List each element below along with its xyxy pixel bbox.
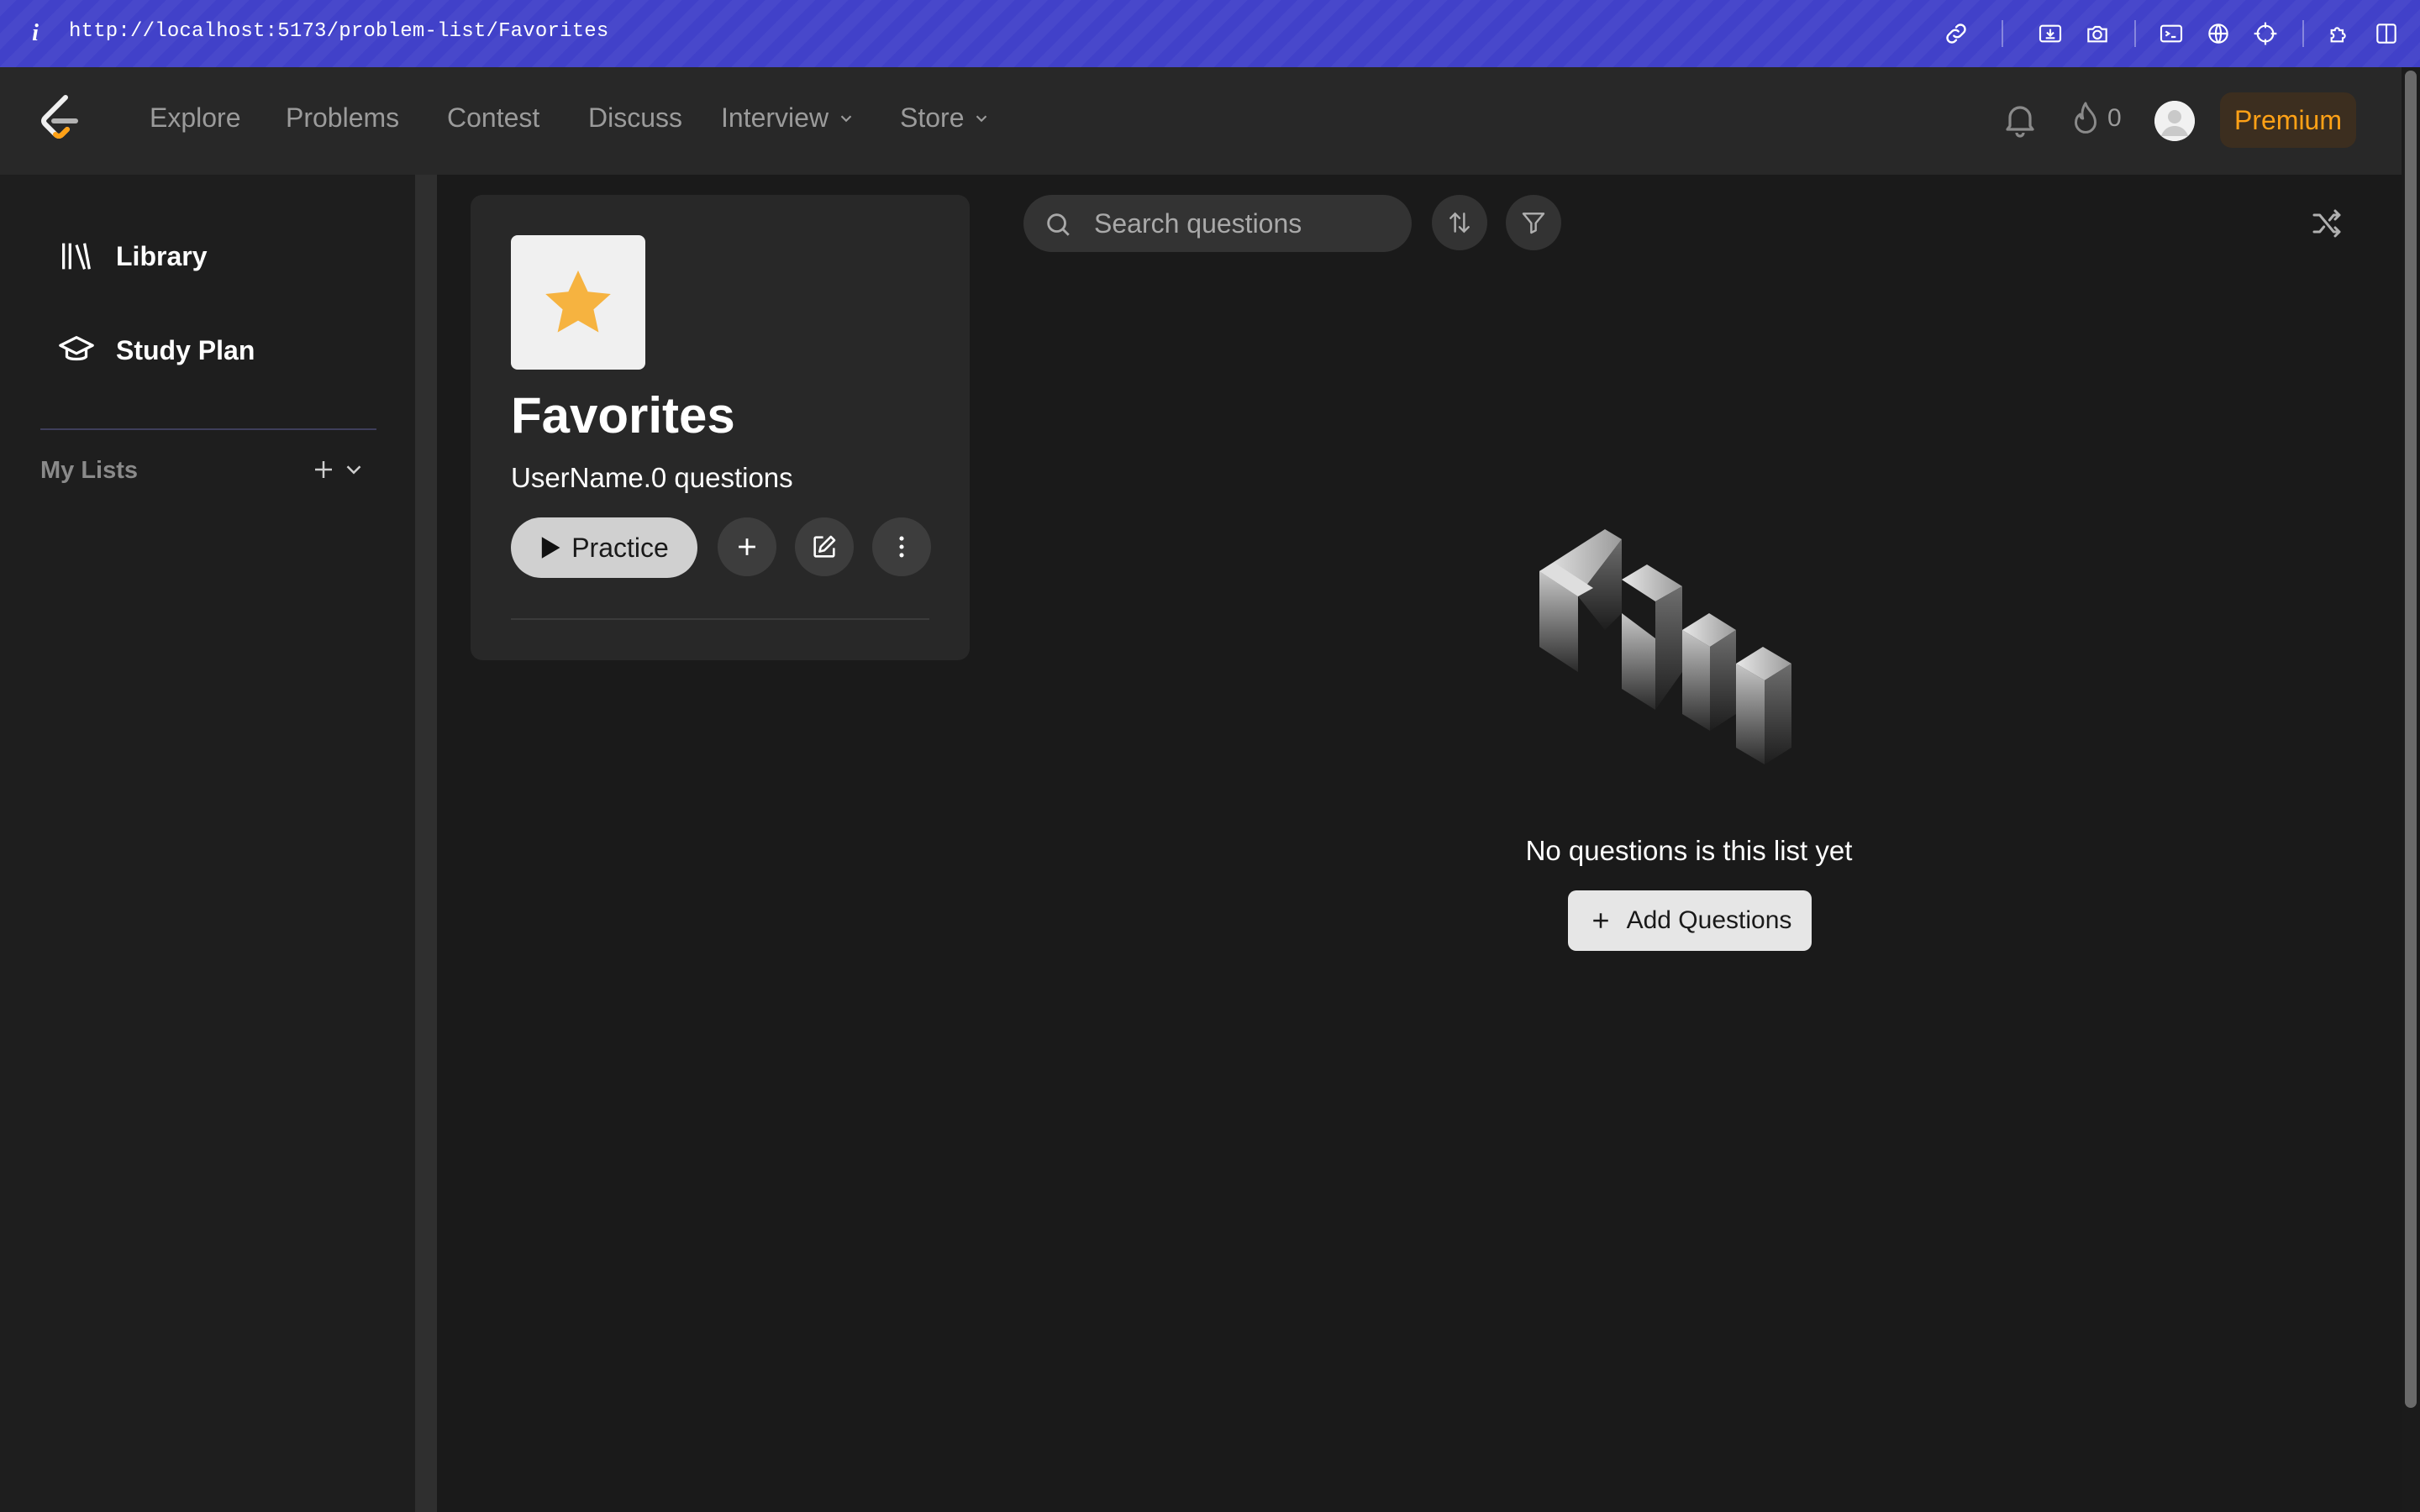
- null-letter-l2: [1736, 647, 1791, 764]
- flame-icon: [2075, 102, 2096, 134]
- add-to-list-button[interactable]: [718, 517, 776, 576]
- globe-icon[interactable]: [2203, 18, 2233, 49]
- nav-interview-label: Interview: [721, 102, 829, 133]
- toolbar-separator: [2302, 20, 2304, 47]
- nav-explore[interactable]: Explore: [150, 102, 241, 134]
- more-vertical-icon: [899, 536, 904, 558]
- books-icon: [62, 243, 91, 270]
- chevron-down-icon: [840, 114, 852, 122]
- puzzle-icon[interactable]: [2324, 18, 2354, 49]
- edit-icon: [813, 535, 836, 558]
- nav-interview[interactable]: Interview: [721, 102, 855, 134]
- top-navigation: Explore Problems Contest Discuss Intervi…: [0, 67, 2402, 175]
- null-letter-u: [1622, 564, 1682, 710]
- search-input[interactable]: [1094, 203, 1397, 244]
- my-lists-actions: [311, 457, 366, 482]
- streak-count: 0: [2107, 104, 2122, 132]
- streak-counter[interactable]: 0: [2069, 99, 2122, 138]
- nav-discuss[interactable]: Discuss: [588, 102, 682, 134]
- chevron-down-icon: [976, 114, 987, 122]
- chevron-down-icon[interactable]: [341, 457, 366, 482]
- sidebar-toggle-icon[interactable]: [2371, 18, 2402, 49]
- my-lists-label: My Lists: [40, 457, 139, 484]
- sidebar-resize-handle[interactable]: [415, 175, 437, 1512]
- null-letter-n: [1539, 529, 1622, 672]
- sidebar-item-label: Study Plan: [116, 334, 255, 365]
- sidebar-item-label: Library: [116, 240, 208, 271]
- crosshair-icon[interactable]: [2250, 18, 2281, 49]
- list-cover: [511, 235, 645, 370]
- browser-address-bar: i http://localhost:5173/problem-list/Fav…: [0, 0, 2420, 67]
- sidebar-divider: [40, 428, 376, 430]
- toolbar-separator: [2002, 20, 2003, 47]
- link-icon[interactable]: [1941, 18, 1971, 49]
- empty-state-message: No questions is this list yet: [1525, 835, 1853, 866]
- camera-icon[interactable]: [2082, 18, 2112, 49]
- shuffle-icon[interactable]: [2309, 207, 2344, 240]
- sort-button[interactable]: [1432, 195, 1487, 250]
- nav-store-label: Store: [900, 102, 965, 133]
- info-icon[interactable]: i: [29, 18, 42, 49]
- plus-icon: [1592, 913, 1608, 928]
- terminal-icon[interactable]: [2156, 18, 2186, 49]
- toolbar-separator: [2134, 20, 2136, 47]
- page-scrollbar-thumb[interactable]: [2405, 71, 2417, 1408]
- search-box[interactable]: [1023, 195, 1412, 252]
- filter-button[interactable]: [1506, 195, 1561, 250]
- add-questions-label: Add Questions: [1626, 906, 1792, 934]
- nav-problems[interactable]: Problems: [286, 102, 399, 134]
- avatar-icon[interactable]: [2154, 101, 2195, 141]
- bell-icon[interactable]: [2000, 99, 2040, 139]
- nav-contest[interactable]: Contest: [447, 102, 539, 134]
- list-meta: UserName.0 questions: [511, 462, 793, 493]
- null-letter-l1: [1682, 613, 1736, 731]
- sidebar-item-library[interactable]: Library: [57, 237, 207, 276]
- url-text[interactable]: http://localhost:5173/problem-list/Favor…: [69, 20, 609, 43]
- null-illustration: [1539, 529, 1791, 764]
- more-options-button[interactable]: [872, 517, 931, 576]
- star-icon: [545, 270, 611, 333]
- premium-button[interactable]: Premium: [2220, 92, 2356, 148]
- sort-icon: [1449, 212, 1470, 234]
- graduation-cap-icon: [59, 336, 94, 361]
- edit-list-button[interactable]: [795, 517, 854, 576]
- sidebar: [0, 175, 415, 1512]
- add-questions-button[interactable]: Add Questions: [1568, 890, 1812, 951]
- page-title: Favorites: [511, 387, 735, 444]
- card-divider: [511, 618, 929, 620]
- sidebar-item-study-plan[interactable]: Study Plan: [57, 331, 255, 370]
- nav-store[interactable]: Store: [900, 102, 991, 134]
- plus-icon[interactable]: [311, 457, 336, 482]
- plus-icon: [739, 538, 755, 555]
- search-icon: [1047, 213, 1070, 236]
- practice-button[interactable]: Practice: [511, 517, 697, 578]
- filter-icon: [1522, 213, 1545, 234]
- favorites-card: Favorites UserName.0 questions Practice: [471, 195, 970, 660]
- play-icon: [542, 537, 560, 559]
- download-screen-icon[interactable]: [2035, 18, 2065, 49]
- leetcode-logo-icon[interactable]: [34, 92, 87, 146]
- practice-label: Practice: [571, 532, 669, 563]
